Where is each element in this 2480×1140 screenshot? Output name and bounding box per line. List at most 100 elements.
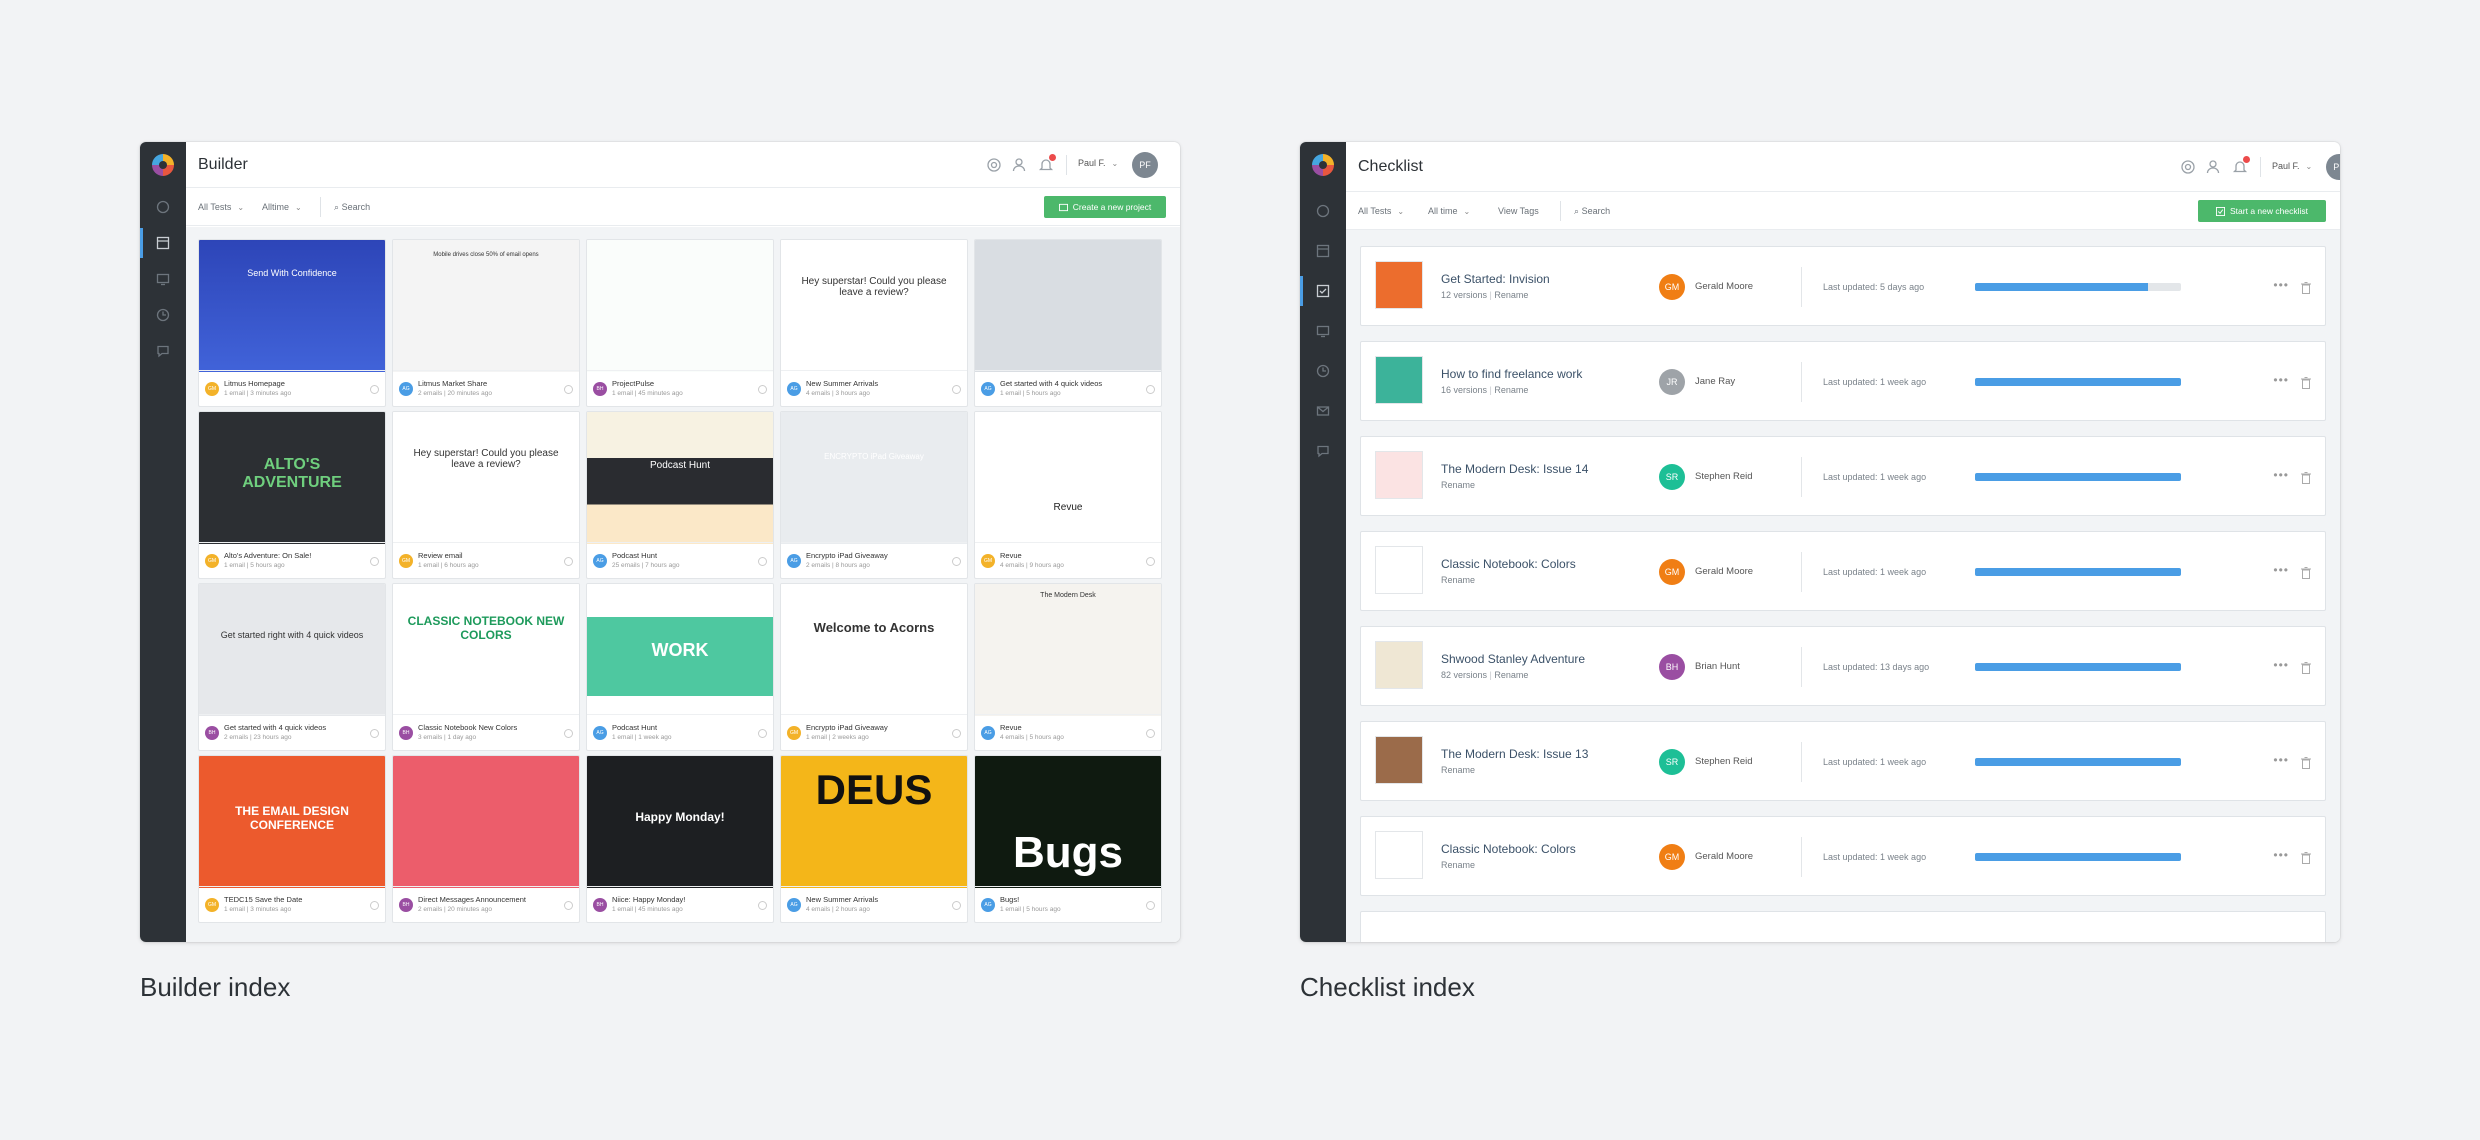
card-options-icon[interactable] <box>952 901 961 910</box>
help-icon[interactable] <box>2180 159 2196 175</box>
card-options-icon[interactable] <box>952 729 961 738</box>
user-menu[interactable]: Paul F. ⌄ <box>2272 161 2312 171</box>
card-options-icon[interactable] <box>564 557 573 566</box>
versions-count[interactable]: 12 versions <box>1441 290 1487 300</box>
mail-icon[interactable] <box>1314 402 1332 420</box>
analytics-icon[interactable] <box>154 306 172 324</box>
more-options-icon[interactable]: ••• <box>2273 848 2289 862</box>
notification-bell-icon[interactable] <box>2232 156 2250 175</box>
email-thumbnail[interactable]: DEUS <box>781 756 967 888</box>
rename-link[interactable]: Rename <box>1494 670 1528 680</box>
checklist-row[interactable]: Get Started: Invision 12 versions | Renam… <box>1360 246 2326 326</box>
email-thumbnail[interactable]: Get started right with 4 quick videos <box>199 584 385 716</box>
card-title[interactable]: Review email <box>418 551 463 560</box>
project-card[interactable]: DEUS AG New Summer Arrivals 4 emails | 2 ho… <box>780 755 968 923</box>
card-options-icon[interactable] <box>1146 729 1155 738</box>
card-options-icon[interactable] <box>564 729 573 738</box>
card-title[interactable]: Litmus Market Share <box>418 379 487 388</box>
rename-link[interactable]: Rename <box>1441 575 1475 585</box>
comments-icon[interactable] <box>1314 442 1332 460</box>
logo[interactable] <box>152 154 174 176</box>
card-title[interactable]: Litmus Homepage <box>224 379 285 388</box>
avatar[interactable]: PF <box>1132 152 1158 178</box>
more-options-icon[interactable]: ••• <box>2273 373 2289 387</box>
versions-count[interactable]: 16 versions <box>1441 385 1487 395</box>
tests-filter[interactable]: All Tests ⌄ <box>198 202 244 212</box>
card-options-icon[interactable] <box>1146 901 1155 910</box>
card-title[interactable]: Bugs! <box>1000 895 1019 904</box>
card-options-icon[interactable] <box>1146 385 1155 394</box>
checklist-row[interactable]: The Modern Desk: Issue 14 Rename SR Stephen… <box>1360 436 2326 516</box>
project-card[interactable]: Get started right with 4 quick videos BH G… <box>198 583 386 751</box>
logo[interactable] <box>1312 154 1334 176</box>
trash-icon[interactable] <box>2301 471 2311 484</box>
email-thumbnail[interactable]: ALTO'S ADVENTURE <box>199 412 385 544</box>
checklist-title[interactable]: Classic Notebook: Colors <box>1441 842 1576 856</box>
card-title[interactable]: Revue <box>1000 551 1022 560</box>
card-title[interactable]: Encrypto iPad Giveaway <box>806 551 888 560</box>
more-options-icon[interactable]: ••• <box>2273 563 2289 577</box>
card-title[interactable]: New Summer Arrivals <box>806 379 878 388</box>
checklist-title[interactable]: Classic Notebook: Colors <box>1441 557 1576 571</box>
card-title[interactable]: Podcast Hunt <box>612 723 657 732</box>
card-title[interactable]: Niice: Happy Monday! <box>612 895 685 904</box>
tests-filter[interactable]: All Tests ⌄ <box>1358 206 1404 216</box>
time-filter[interactable]: All time ⌄ <box>1428 206 1470 216</box>
checklist-row[interactable]: Shwood Stanley Adventure 82 versions | Re… <box>1360 626 2326 706</box>
card-options-icon[interactable] <box>952 557 961 566</box>
project-card[interactable]: Revue GM Revue 4 emails | 9 hours ago <box>974 411 1162 579</box>
checklist-row[interactable]: Classic Notebook: Colors Rename GM Gerald M… <box>1360 531 2326 611</box>
builder-icon[interactable] <box>140 228 172 258</box>
card-title[interactable]: ProjectPulse <box>612 379 654 388</box>
card-options-icon[interactable] <box>564 901 573 910</box>
trash-icon[interactable] <box>2301 376 2311 389</box>
card-title[interactable]: Classic Notebook New Colors <box>418 723 517 732</box>
card-options-icon[interactable] <box>758 901 767 910</box>
card-options-icon[interactable] <box>370 557 379 566</box>
checklist-row[interactable] <box>1360 911 2326 942</box>
project-card[interactable]: Bugs AG Bugs! 1 email | 5 hours ago <box>974 755 1162 923</box>
card-title[interactable]: New Summer Arrivals <box>806 895 878 904</box>
card-options-icon[interactable] <box>758 557 767 566</box>
checklist-title[interactable]: The Modern Desk: Issue 14 <box>1441 462 1588 476</box>
checklist-title[interactable]: Get Started: Invision <box>1441 272 1550 286</box>
card-options-icon[interactable] <box>758 729 767 738</box>
project-card[interactable]: Podcast Hunt AG Podcast Hunt 25 emails | 7 … <box>586 411 774 579</box>
email-thumbnail[interactable]: Mobile drives close 50% of email opens <box>393 240 579 372</box>
card-title[interactable]: Get started with 4 quick videos <box>1000 379 1102 388</box>
card-title[interactable]: Revue <box>1000 723 1022 732</box>
rename-link[interactable]: Rename <box>1441 765 1475 775</box>
card-title[interactable]: Get started with 4 quick videos <box>224 723 326 732</box>
project-card[interactable]: AG Get started with 4 quick videos 1 email… <box>974 239 1162 407</box>
card-title[interactable]: TEDC15 Save the Date <box>224 895 302 904</box>
start-checklist-button[interactable]: Start a new checklist <box>2198 200 2326 222</box>
project-card[interactable]: Happy Monday! BH Niice: Happy Monday! 1 ema… <box>586 755 774 923</box>
time-filter[interactable]: Alltime ⌄ <box>262 202 302 212</box>
email-thumbnail[interactable]: Podcast Hunt <box>587 412 773 544</box>
search-input[interactable]: ⌕ Search <box>1574 206 1610 217</box>
trash-icon[interactable] <box>2301 281 2311 294</box>
help-icon[interactable] <box>986 157 1002 173</box>
email-thumbnail[interactable] <box>587 240 773 372</box>
project-card[interactable]: Send With Confidence GM Litmus Homepage 1 e… <box>198 239 386 407</box>
user-menu[interactable]: Paul F. ⌄ <box>1078 158 1118 168</box>
project-card[interactable]: CLASSIC NOTEBOOK NEW COLORS BH Classic Not… <box>392 583 580 751</box>
view-tags-link[interactable]: View Tags <box>1498 206 1539 216</box>
notification-bell-icon[interactable] <box>1038 154 1056 173</box>
checklist-row[interactable]: How to find freelance work 16 versions | … <box>1360 341 2326 421</box>
rename-link[interactable]: Rename <box>1441 860 1475 870</box>
project-card[interactable]: WORK AG Podcast Hunt 1 email | 1 week ago <box>586 583 774 751</box>
checklist-row[interactable]: Classic Notebook: Colors Rename GM Gerald M… <box>1360 816 2326 896</box>
preview-icon[interactable] <box>154 270 172 288</box>
trash-icon[interactable] <box>2301 661 2311 674</box>
card-options-icon[interactable] <box>564 385 573 394</box>
trash-icon[interactable] <box>2301 851 2311 864</box>
email-thumbnail[interactable]: CLASSIC NOTEBOOK NEW COLORS <box>393 584 579 716</box>
checklist-row[interactable]: The Modern Desk: Issue 13 Rename SR Stephen… <box>1360 721 2326 801</box>
card-options-icon[interactable] <box>370 385 379 394</box>
dashboard-icon[interactable] <box>154 198 172 216</box>
card-title[interactable]: Direct Messages Announcement <box>418 895 526 904</box>
trash-icon[interactable] <box>2301 566 2311 579</box>
project-card[interactable]: THE EMAIL DESIGN CONFERENCE GM TEDC15 Save… <box>198 755 386 923</box>
project-card[interactable]: Hey superstar! Could you please leave a … <box>780 239 968 407</box>
